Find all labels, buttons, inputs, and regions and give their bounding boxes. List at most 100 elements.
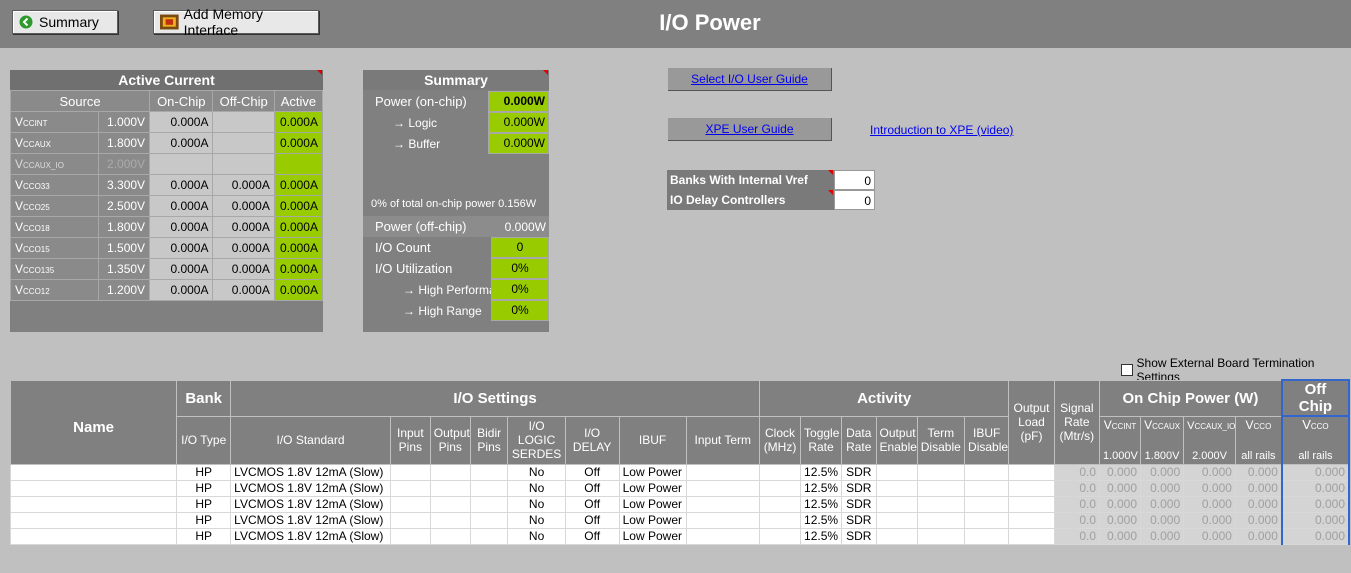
output-pins-cell[interactable] <box>429 479 471 497</box>
ibuf-disable-cell[interactable] <box>964 511 1010 529</box>
bidir-pins-cell[interactable] <box>469 511 509 529</box>
toggle-rate-cell[interactable]: 12.5% <box>800 527 843 545</box>
io-delay-cell[interactable]: Off <box>564 527 620 545</box>
serdes-cell[interactable]: No <box>507 463 566 481</box>
input-pins-cell[interactable] <box>389 511 431 529</box>
name-cell[interactable] <box>9 463 178 481</box>
input-term-cell[interactable] <box>685 479 761 497</box>
table-row[interactable]: HP LVCMOS 1.8V 12mA (Slow) No Off Low Power 1… <box>9 511 1351 529</box>
io-delay-controllers-input[interactable]: 0 <box>834 190 875 210</box>
data-rate-cell[interactable]: SDR <box>841 479 877 497</box>
bidir-pins-cell[interactable] <box>469 463 509 481</box>
summary-button[interactable]: Summary <box>12 10 118 34</box>
table-row[interactable]: HP LVCMOS 1.8V 12mA (Slow) No Off Low Power 1… <box>9 495 1351 513</box>
output-enable-cell[interactable] <box>875 527 918 545</box>
rail-voltage: 1.350V <box>97 258 151 280</box>
ibuf-disable-cell[interactable] <box>964 495 1010 513</box>
io-delay-cell[interactable]: Off <box>564 511 620 529</box>
data-rate-cell[interactable]: SDR <box>841 511 877 529</box>
ibuf-cell[interactable]: Low Power <box>618 479 687 497</box>
term-disable-cell[interactable] <box>916 463 966 481</box>
output-pins-cell[interactable] <box>429 495 471 513</box>
name-cell[interactable] <box>9 511 178 529</box>
io-type-cell[interactable]: HP <box>176 479 232 497</box>
output-load-cell[interactable] <box>1008 463 1055 481</box>
data-rate-cell[interactable]: SDR <box>841 463 877 481</box>
select-io-guide-link[interactable]: Select I/O User Guide <box>668 68 832 91</box>
bidir-pins-cell[interactable] <box>469 527 509 545</box>
input-term-cell[interactable] <box>685 511 761 529</box>
output-enable-cell[interactable] <box>875 511 918 529</box>
io-standard-cell[interactable]: LVCMOS 1.8V 12mA (Slow) <box>230 511 391 529</box>
input-term-cell[interactable] <box>685 527 761 545</box>
output-pins-cell[interactable] <box>429 511 471 529</box>
io-standard-cell[interactable]: LVCMOS 1.8V 12mA (Slow) <box>230 495 391 513</box>
io-type-cell[interactable]: HP <box>176 511 232 529</box>
input-pins-cell[interactable] <box>389 479 431 497</box>
output-pins-cell[interactable] <box>429 527 471 545</box>
output-load-cell[interactable] <box>1008 527 1055 545</box>
io-type-cell[interactable]: HP <box>176 495 232 513</box>
output-pins-cell[interactable] <box>429 463 471 481</box>
output-load-cell[interactable] <box>1008 495 1055 513</box>
serdes-cell[interactable]: No <box>507 479 566 497</box>
output-enable-cell[interactable] <box>875 463 918 481</box>
clock-cell[interactable] <box>759 463 802 481</box>
io-type-cell[interactable]: HP <box>176 463 232 481</box>
io-standard-cell[interactable]: LVCMOS 1.8V 12mA (Slow) <box>230 463 391 481</box>
table-row[interactable]: HP LVCMOS 1.8V 12mA (Slow) No Off Low Power 1… <box>9 527 1351 545</box>
output-load-cell[interactable] <box>1008 511 1055 529</box>
ibuf-cell[interactable]: Low Power <box>618 527 687 545</box>
table-row[interactable]: HP LVCMOS 1.8V 12mA (Slow) No Off Low Power 1… <box>9 463 1351 481</box>
ibuf-disable-cell[interactable] <box>964 527 1010 545</box>
serdes-cell[interactable]: No <box>507 495 566 513</box>
toggle-rate-cell[interactable]: 12.5% <box>800 479 843 497</box>
input-term-cell[interactable] <box>685 463 761 481</box>
bidir-pins-cell[interactable] <box>469 479 509 497</box>
output-enable-cell[interactable] <box>875 479 918 497</box>
serdes-cell[interactable]: No <box>507 527 566 545</box>
io-delay-cell[interactable]: Off <box>564 495 620 513</box>
data-rate-cell[interactable]: SDR <box>841 527 877 545</box>
toggle-rate-cell[interactable]: 12.5% <box>800 463 843 481</box>
name-cell[interactable] <box>9 527 178 545</box>
bidir-pins-cell[interactable] <box>469 495 509 513</box>
input-term-cell[interactable] <box>685 495 761 513</box>
io-type-cell[interactable]: HP <box>176 527 232 545</box>
term-disable-cell[interactable] <box>916 479 966 497</box>
io-standard-cell[interactable]: LVCMOS 1.8V 12mA (Slow) <box>230 479 391 497</box>
output-enable-cell[interactable] <box>875 495 918 513</box>
output-load-cell[interactable] <box>1008 479 1055 497</box>
intro-video-link[interactable]: Introduction to XPE (video) <box>870 123 1013 137</box>
clock-cell[interactable] <box>759 527 802 545</box>
io-delay-cell[interactable]: Off <box>564 479 620 497</box>
table-row[interactable]: HP LVCMOS 1.8V 12mA (Slow) No Off Low Power 1… <box>9 479 1351 497</box>
io-delay-cell[interactable]: Off <box>564 463 620 481</box>
banks-internal-vref-input[interactable]: 0 <box>834 170 875 190</box>
term-disable-cell[interactable] <box>916 495 966 513</box>
toggle-rate-cell[interactable]: 12.5% <box>800 511 843 529</box>
active-current-row: VCCO15 1.500V 0.000A 0.000A 0.000A <box>10 237 324 259</box>
clock-cell[interactable] <box>759 479 802 497</box>
input-pins-cell[interactable] <box>389 495 431 513</box>
term-disable-cell[interactable] <box>916 527 966 545</box>
add-memory-interface-button[interactable]: Add Memory Interface <box>153 6 319 38</box>
ibuf-disable-cell[interactable] <box>964 463 1010 481</box>
name-cell[interactable] <box>9 479 178 497</box>
toggle-rate-cell[interactable]: 12.5% <box>800 495 843 513</box>
ibuf-cell[interactable]: Low Power <box>618 463 687 481</box>
ibuf-disable-cell[interactable] <box>964 479 1010 497</box>
checkbox[interactable] <box>1121 364 1133 376</box>
data-rate-cell[interactable]: SDR <box>841 495 877 513</box>
xpe-user-guide-link[interactable]: XPE User Guide <box>668 118 832 141</box>
serdes-cell[interactable]: No <box>507 511 566 529</box>
ibuf-cell[interactable]: Low Power <box>618 511 687 529</box>
io-standard-cell[interactable]: LVCMOS 1.8V 12mA (Slow) <box>230 527 391 545</box>
input-pins-cell[interactable] <box>389 527 431 545</box>
term-disable-cell[interactable] <box>916 511 966 529</box>
clock-cell[interactable] <box>759 495 802 513</box>
ibuf-cell[interactable]: Low Power <box>618 495 687 513</box>
input-pins-cell[interactable] <box>389 463 431 481</box>
name-cell[interactable] <box>9 495 178 513</box>
clock-cell[interactable] <box>759 511 802 529</box>
